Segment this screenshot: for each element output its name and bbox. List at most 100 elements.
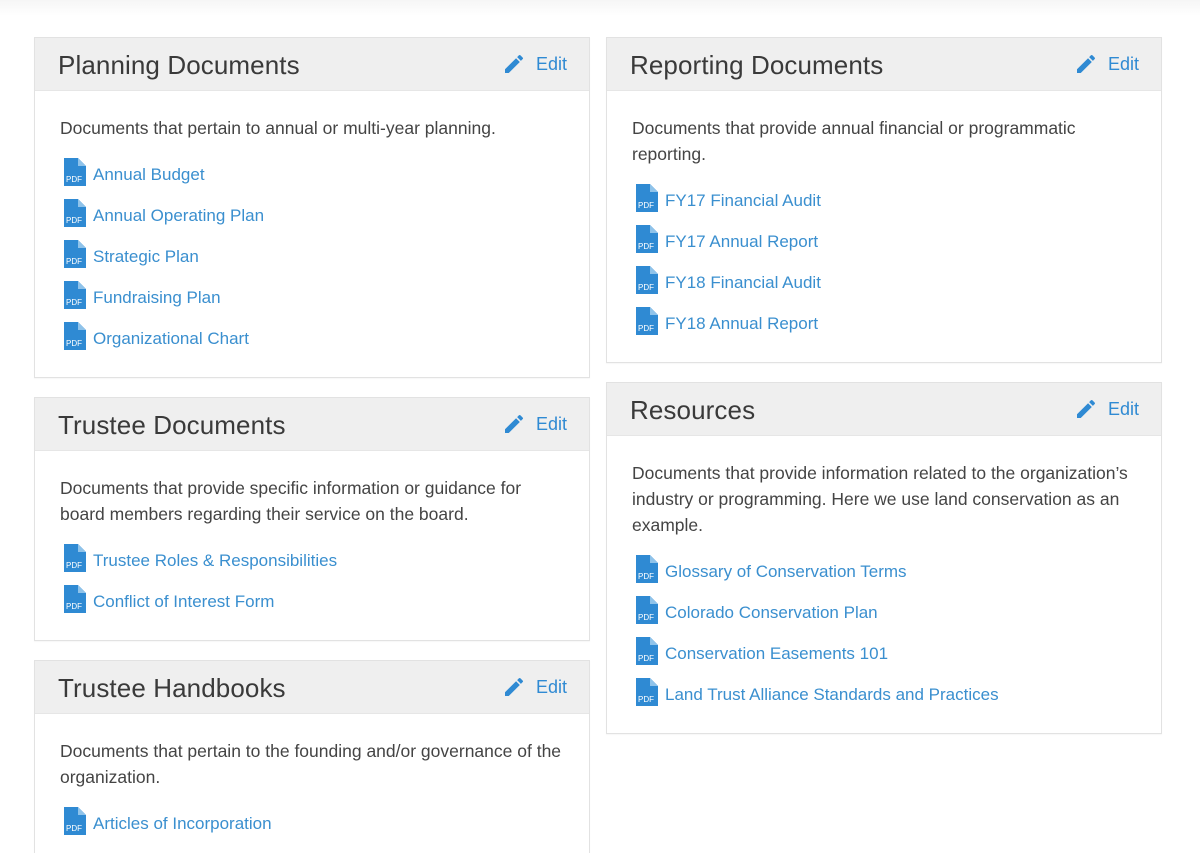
card-description: Documents that provide information relat… <box>632 463 1128 535</box>
document-item: PDF Annual Operating Plan <box>60 195 565 236</box>
document-link[interactable]: FY18 Annual Report <box>665 314 818 334</box>
svg-text:PDF: PDF <box>638 572 654 581</box>
svg-text:PDF: PDF <box>638 654 654 663</box>
card-title: Trustee Documents <box>58 410 286 440</box>
svg-text:PDF: PDF <box>638 242 654 251</box>
pencil-icon <box>502 675 526 699</box>
document-link[interactable]: Fundraising Plan <box>93 288 221 308</box>
pencil-icon <box>1074 52 1098 76</box>
svg-text:PDF: PDF <box>638 283 654 292</box>
document-item: PDF FY17 Financial Audit <box>632 180 1137 221</box>
document-link[interactable]: Land Trust Alliance Standards and Practi… <box>665 685 999 705</box>
edit-label: Edit <box>535 676 567 697</box>
card-body: Documents that pertain to the founding a… <box>35 714 589 853</box>
card-description: Documents that provide annual financial … <box>632 118 1076 164</box>
card-header: Resources Edit <box>607 383 1161 436</box>
document-item: PDF Organizational Chart <box>60 318 565 359</box>
svg-text:PDF: PDF <box>66 602 82 611</box>
svg-text:PDF: PDF <box>66 298 82 307</box>
svg-text:PDF: PDF <box>66 175 82 184</box>
card-body: Documents that provide annual financial … <box>607 91 1161 362</box>
document-item: PDF FY17 Annual Report <box>632 221 1137 262</box>
document-card: Planning Documents Edit Documents that p… <box>34 37 590 378</box>
edit-button[interactable]: Edit <box>1074 52 1139 76</box>
document-link[interactable]: Organizational Chart <box>93 329 249 349</box>
svg-text:PDF: PDF <box>66 339 82 348</box>
card-title: Trustee Handbooks <box>58 673 286 703</box>
document-link[interactable]: Conflict of Interest Form <box>93 592 274 612</box>
pdf-file-icon: PDF <box>632 596 665 629</box>
pencil-icon <box>1074 397 1098 421</box>
card-header: Trustee Handbooks Edit <box>35 661 589 714</box>
card-body: Documents that provide information relat… <box>607 436 1161 733</box>
document-item: PDF Annual Budget <box>60 154 565 195</box>
pencil-icon <box>502 52 526 76</box>
edit-label: Edit <box>1107 53 1139 74</box>
pdf-file-icon: PDF <box>60 199 93 232</box>
svg-text:PDF: PDF <box>66 257 82 266</box>
document-link[interactable]: Articles of Incorporation <box>93 814 272 834</box>
svg-text:PDF: PDF <box>638 324 654 333</box>
document-link[interactable]: Trustee Roles & Responsibilities <box>93 551 337 571</box>
document-item: PDF FY18 Annual Report <box>632 303 1137 344</box>
pdf-file-icon: PDF <box>632 555 665 588</box>
document-item: PDF Fundraising Plan <box>60 277 565 318</box>
pdf-file-icon: PDF <box>60 322 93 355</box>
document-list: PDF Glossary of Conservation Terms PDF C… <box>632 551 1137 715</box>
pdf-file-icon: PDF <box>632 307 665 340</box>
card-body: Documents that provide specific informat… <box>35 451 589 640</box>
pdf-file-icon: PDF <box>632 637 665 670</box>
pdf-file-icon: PDF <box>632 266 665 299</box>
svg-text:PDF: PDF <box>638 201 654 210</box>
pdf-file-icon: PDF <box>60 158 93 191</box>
document-item: PDF Colorado Conservation Plan <box>632 592 1137 633</box>
svg-text:PDF: PDF <box>638 695 654 704</box>
document-card: Trustee Documents Edit Documents that pr… <box>34 397 590 641</box>
svg-text:PDF: PDF <box>638 613 654 622</box>
right-column: Reporting Documents Edit Documents that … <box>606 37 1162 753</box>
document-card: Resources Edit Documents that provide in… <box>606 382 1162 734</box>
svg-text:PDF: PDF <box>66 824 82 833</box>
document-item: PDF Trustee Roles & Responsibilities <box>60 540 565 581</box>
card-title: Reporting Documents <box>630 50 884 80</box>
left-column: Planning Documents Edit Documents that p… <box>34 37 590 853</box>
pdf-file-icon: PDF <box>632 184 665 217</box>
svg-text:PDF: PDF <box>66 561 82 570</box>
edit-label: Edit <box>535 413 567 434</box>
document-link[interactable]: FY18 Financial Audit <box>665 273 821 293</box>
edit-button[interactable]: Edit <box>1074 397 1139 421</box>
document-item: PDF Conflict of Interest Form <box>60 581 565 622</box>
document-card: Trustee Handbooks Edit Documents that pe… <box>34 660 590 853</box>
document-link[interactable]: Strategic Plan <box>93 247 199 267</box>
pdf-file-icon: PDF <box>632 225 665 258</box>
document-list: PDF Annual Budget PDF Annual Operating P… <box>60 154 565 359</box>
pdf-file-icon: PDF <box>632 678 665 711</box>
document-item: PDF Articles of Incorporation <box>60 803 565 844</box>
document-item: PDF Conservation Easements 101 <box>632 633 1137 674</box>
document-link[interactable]: FY17 Financial Audit <box>665 191 821 211</box>
pdf-file-icon: PDF <box>60 585 93 618</box>
card-description: Documents that pertain to the founding a… <box>60 741 562 787</box>
svg-text:PDF: PDF <box>66 216 82 225</box>
pencil-icon <box>502 412 526 436</box>
document-link[interactable]: FY17 Annual Report <box>665 232 818 252</box>
card-description: Documents that provide specific informat… <box>60 478 522 524</box>
pdf-file-icon: PDF <box>60 281 93 314</box>
document-link[interactable]: Colorado Conservation Plan <box>665 603 878 623</box>
edit-button[interactable]: Edit <box>502 675 567 699</box>
document-list: PDF FY17 Financial Audit PDF FY17 Annual… <box>632 180 1137 344</box>
card-header: Reporting Documents Edit <box>607 38 1161 91</box>
card-description: Documents that pertain to annual or mult… <box>60 118 496 138</box>
edit-label: Edit <box>1107 398 1139 419</box>
document-link[interactable]: Glossary of Conservation Terms <box>665 562 907 582</box>
card-header: Trustee Documents Edit <box>35 398 589 451</box>
document-link[interactable]: Annual Budget <box>93 165 205 185</box>
document-list: PDF Trustee Roles & Responsibilities PDF… <box>60 540 565 622</box>
document-link[interactable]: Conservation Easements 101 <box>665 644 888 664</box>
card-body: Documents that pertain to annual or mult… <box>35 91 589 377</box>
edit-button[interactable]: Edit <box>502 52 567 76</box>
document-link[interactable]: Annual Operating Plan <box>93 206 264 226</box>
top-bar <box>0 0 1200 16</box>
pdf-file-icon: PDF <box>60 240 93 273</box>
edit-button[interactable]: Edit <box>502 412 567 436</box>
